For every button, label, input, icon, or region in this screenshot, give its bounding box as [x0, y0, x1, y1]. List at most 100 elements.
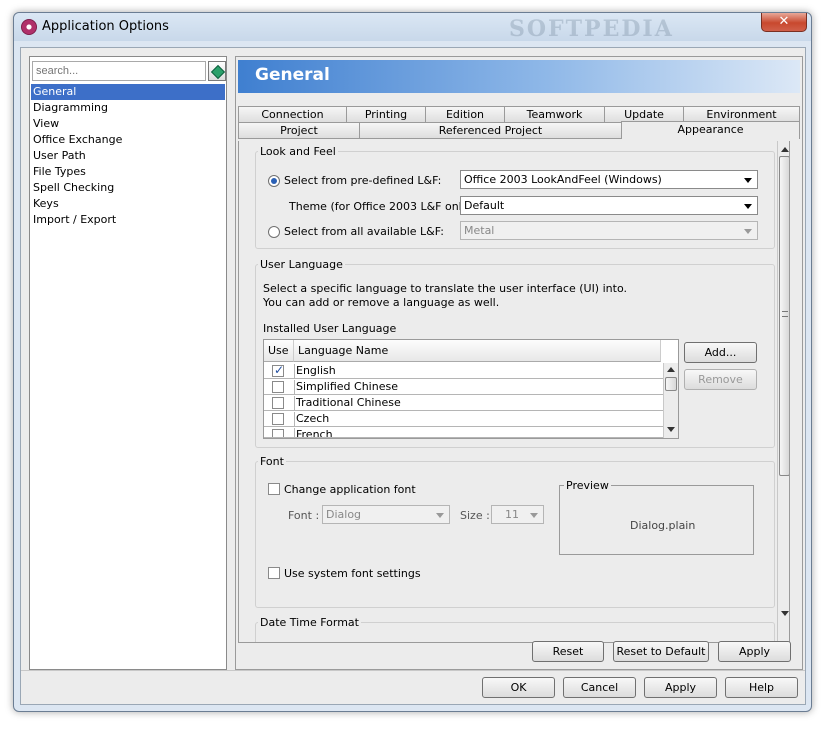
- font-size-select[interactable]: 11: [491, 505, 544, 524]
- language-name: French: [294, 428, 662, 437]
- predefined-lf-label: Select from pre-defined L&F:: [284, 174, 442, 187]
- search-input[interactable]: [32, 61, 206, 81]
- system-font-label: Use system font settings: [284, 567, 421, 580]
- appearance-panel: Look and Feel Select from pre-defined L&…: [238, 141, 790, 643]
- chevron-down-icon: [744, 178, 752, 183]
- panel-apply-button[interactable]: Apply: [718, 641, 791, 662]
- tab-edition[interactable]: Edition: [425, 106, 505, 123]
- reset-button[interactable]: Reset: [532, 641, 604, 662]
- chevron-down-icon: [744, 229, 752, 234]
- theme-label: Theme (for Office 2003 L&F only) :: [289, 200, 480, 213]
- cancel-button[interactable]: Cancel: [563, 677, 636, 698]
- tree-item-spell-checking[interactable]: Spell Checking: [31, 180, 225, 196]
- tree-item-diagramming[interactable]: Diagramming: [31, 100, 225, 116]
- table-row[interactable]: English: [264, 363, 663, 379]
- all-lf-value: Metal: [464, 224, 495, 237]
- date-time-legend: Date Time Format: [258, 616, 361, 629]
- font-legend: Font: [258, 455, 286, 468]
- column-header-use[interactable]: Use: [264, 340, 294, 362]
- panel-scrollbar[interactable]: [777, 141, 789, 642]
- scroll-thumb[interactable]: [779, 156, 789, 476]
- language-name: English: [294, 364, 662, 379]
- use-checkbox[interactable]: [272, 397, 284, 409]
- use-checkbox[interactable]: [272, 381, 284, 393]
- font-group: Font Change application font Font : Dial…: [255, 455, 775, 608]
- font-select[interactable]: Dialog: [322, 505, 450, 524]
- language-name: Simplified Chinese: [294, 380, 662, 395]
- change-font-label: Change application font: [284, 483, 416, 496]
- all-lf-select[interactable]: Metal: [460, 221, 758, 240]
- dialog-apply-button[interactable]: Apply: [644, 677, 717, 698]
- preview-text: Dialog.plain: [630, 519, 696, 532]
- tab-appearance[interactable]: Appearance: [621, 121, 800, 139]
- close-button[interactable]: ✕: [761, 13, 807, 32]
- language-table-scrollbar[interactable]: [663, 363, 678, 438]
- scroll-up-icon[interactable]: [781, 147, 789, 152]
- all-lf-radio[interactable]: [268, 226, 280, 238]
- scroll-up-icon[interactable]: [667, 367, 675, 372]
- remove-language-button[interactable]: Remove: [684, 369, 757, 390]
- window-title: Application Options: [42, 19, 169, 34]
- chevron-down-icon: [530, 513, 538, 518]
- search-go-icon[interactable]: [208, 61, 226, 81]
- settings-panel: General Connection Printing Edition Team…: [235, 56, 803, 670]
- table-row[interactable]: French: [264, 427, 663, 438]
- options-window: Application Options SOFTPEDIA ✕ General …: [13, 12, 812, 712]
- font-label: Font :: [288, 509, 320, 522]
- page-title: General: [238, 60, 800, 93]
- language-description-1: Select a specific language to translate …: [263, 282, 627, 295]
- language-name: Czech: [294, 412, 662, 427]
- use-checkbox[interactable]: [272, 429, 284, 437]
- category-panel: General Diagramming View Office Exchange…: [29, 56, 227, 670]
- table-row[interactable]: Simplified Chinese: [264, 379, 663, 395]
- font-value: Dialog: [326, 508, 362, 521]
- tree-item-keys[interactable]: Keys: [31, 196, 225, 212]
- close-icon: ✕: [778, 14, 790, 29]
- tab-referenced-project[interactable]: Referenced Project: [359, 122, 622, 139]
- table-row[interactable]: Traditional Chinese: [264, 395, 663, 411]
- size-label: Size :: [460, 509, 490, 522]
- chevron-down-icon: [436, 513, 444, 518]
- predefined-lf-value: Office 2003 LookAndFeel (Windows): [464, 173, 662, 186]
- title-bar[interactable]: Application Options SOFTPEDIA ✕: [14, 13, 811, 42]
- tree-item-office-exchange[interactable]: Office Exchange: [31, 132, 225, 148]
- theme-select[interactable]: Default: [460, 196, 758, 215]
- tree-item-import-export[interactable]: Import / Export: [31, 212, 225, 228]
- font-preview-box: Preview Dialog.plain: [559, 479, 754, 555]
- tree-item-user-path[interactable]: User Path: [31, 148, 225, 164]
- ok-button[interactable]: OK: [482, 677, 555, 698]
- help-button[interactable]: Help: [725, 677, 798, 698]
- watermark: SOFTPEDIA: [509, 16, 674, 42]
- tab-teamwork[interactable]: Teamwork: [504, 106, 605, 123]
- all-lf-label: Select from all available L&F:: [284, 225, 444, 238]
- grip-icon: [782, 311, 788, 317]
- scroll-down-icon[interactable]: [667, 427, 675, 432]
- tree-item-view[interactable]: View: [31, 116, 225, 132]
- change-font-checkbox[interactable]: [268, 483, 280, 495]
- use-checkbox[interactable]: [272, 363, 284, 377]
- app-icon: [21, 19, 37, 35]
- scroll-down-icon[interactable]: [781, 611, 789, 616]
- tree-item-file-types[interactable]: File Types: [31, 164, 225, 180]
- language-description-2: You can add or remove a language as well…: [263, 296, 500, 309]
- tree-item-general[interactable]: General: [31, 84, 225, 100]
- divider: [21, 670, 805, 671]
- add-language-button[interactable]: Add...: [684, 342, 757, 363]
- user-language-legend: User Language: [258, 258, 345, 271]
- system-font-checkbox[interactable]: [268, 567, 280, 579]
- predefined-lf-select[interactable]: Office 2003 LookAndFeel (Windows): [460, 170, 758, 189]
- reset-to-default-button[interactable]: Reset to Default: [613, 641, 709, 662]
- table-row[interactable]: Czech: [264, 411, 663, 427]
- chevron-down-icon: [744, 204, 752, 209]
- tab-printing[interactable]: Printing: [346, 106, 426, 123]
- predefined-lf-radio[interactable]: [268, 175, 280, 187]
- language-name: Traditional Chinese: [294, 396, 662, 411]
- use-checkbox[interactable]: [272, 413, 284, 425]
- column-header-language-name[interactable]: Language Name: [294, 340, 661, 362]
- look-and-feel-group: Look and Feel Select from pre-defined L&…: [255, 145, 775, 249]
- tab-connection[interactable]: Connection: [238, 106, 347, 123]
- tab-project[interactable]: Project: [238, 122, 360, 139]
- scroll-thumb[interactable]: [665, 377, 677, 391]
- font-size-value: 11: [505, 508, 519, 521]
- client-area: General Diagramming View Office Exchange…: [20, 47, 806, 705]
